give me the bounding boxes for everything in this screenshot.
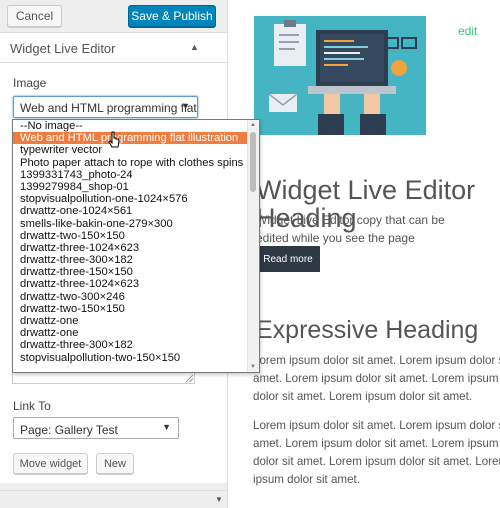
image-option[interactable]: typewriter vector xyxy=(13,144,249,156)
image-option[interactable]: drwattz-two-150×150 xyxy=(13,230,249,242)
programming-illustration xyxy=(254,16,426,135)
preview-heading: Expressive Heading xyxy=(256,316,479,344)
preview-paragraph: Lorem ipsum dolor sit amet. Lorem ipsum … xyxy=(253,354,500,403)
image-option[interactable]: drwattz-one xyxy=(13,327,249,339)
image-select-value: Web and HTML programming flat illustrati… xyxy=(20,101,197,115)
collapse-arrow-icon[interactable]: ▲ xyxy=(190,42,199,52)
chevron-down-icon: ▼ xyxy=(162,422,171,432)
preview-paragraph: Lorem ipsum dolor sit amet. Lorem ipsum … xyxy=(253,419,500,486)
image-option[interactable]: drwattz-three-300×182 xyxy=(13,254,249,266)
image-option[interactable]: drwattz-three-1024×623 xyxy=(13,242,249,254)
image-option[interactable]: --No image-- xyxy=(13,120,249,132)
image-option[interactable]: stopvisualpollution-one-1024×576 xyxy=(13,193,249,205)
save-publish-button[interactable]: Save & Publish xyxy=(128,5,216,27)
image-option[interactable]: smells-like-bakin-one-279×300 xyxy=(13,218,249,230)
image-option[interactable]: drwattz-three-300×182 xyxy=(13,339,249,351)
section-header[interactable]: Widget Live Editor ▲ xyxy=(0,33,227,63)
image-option[interactable]: drwattz-three-1024×623 xyxy=(13,278,249,290)
scroll-down-icon[interactable]: ▼ xyxy=(250,364,256,370)
image-option[interactable]: stopvisualpollution-two-150×150 xyxy=(13,352,249,364)
cancel-button[interactable]: Cancel xyxy=(7,5,62,27)
preview-copy: Widget Live Editor copy that can be edit… xyxy=(256,213,445,245)
customizer-header: Cancel Save & Publish xyxy=(0,0,227,33)
scrollbar[interactable]: ▲ ▼ xyxy=(247,120,259,372)
image-option[interactable]: drwattz-one-1024×561 xyxy=(13,205,249,217)
section-title: Widget Live Editor xyxy=(10,41,116,56)
divider xyxy=(0,490,227,491)
scroll-up-icon[interactable]: ▲ xyxy=(250,122,256,128)
chevron-down-icon: ▼ xyxy=(181,101,190,111)
pointer-cursor-icon xyxy=(108,131,120,148)
image-options-list[interactable]: --No image-- Web and HTML programming fla… xyxy=(12,119,260,373)
read-more-button[interactable]: Read more xyxy=(256,246,320,272)
image-option[interactable]: drwattz-one xyxy=(13,315,249,327)
image-field-label: Image xyxy=(13,76,47,90)
site-preview: edit Widget Live Editor Heading Widget L… xyxy=(228,0,500,508)
link-to-value: Page: Gallery Test xyxy=(20,423,118,437)
resize-grip-icon[interactable] xyxy=(186,375,193,382)
move-widget-button[interactable]: Move widget xyxy=(13,453,88,474)
image-option[interactable]: drwattz-two-150×150 xyxy=(13,303,249,315)
image-option[interactable]: 1399279984_shop-01 xyxy=(13,181,249,193)
image-select[interactable]: Web and HTML programming flat illustrati… xyxy=(13,96,198,118)
image-option[interactable]: drwattz-three-150×150 xyxy=(13,266,249,278)
image-option[interactable]: drwattz-two-300×246 xyxy=(13,291,249,303)
options: --No image-- Web and HTML programming fla… xyxy=(13,120,249,364)
edit-link[interactable]: edit xyxy=(458,24,477,38)
scrollbar-thumb[interactable] xyxy=(250,132,256,192)
image-option[interactable]: Photo paper attach to rope with clothes … xyxy=(13,157,249,169)
image-option[interactable]: 1399331743_photo-24 xyxy=(13,169,249,181)
expand-arrow-icon[interactable]: ▼ xyxy=(215,495,223,504)
new-widget-button[interactable]: New xyxy=(96,453,134,474)
link-to-select[interactable]: Page: Gallery Test ▼ xyxy=(13,417,179,439)
image-option[interactable]: Web and HTML programming flat illustrati… xyxy=(13,132,249,145)
link-to-label: Link To xyxy=(13,399,51,413)
